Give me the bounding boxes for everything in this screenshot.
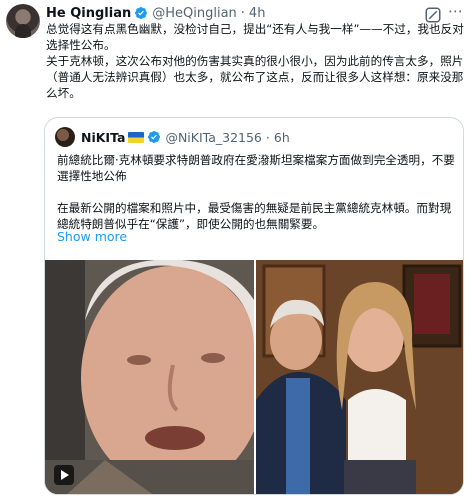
ukraine-flag-icon bbox=[128, 131, 145, 143]
author-avatar[interactable] bbox=[6, 4, 40, 38]
author-handle[interactable]: @HeQinglian bbox=[152, 6, 237, 21]
video-thumbnail[interactable] bbox=[45, 260, 254, 494]
more-options-icon[interactable]: ⋯ bbox=[448, 2, 464, 20]
photo-image bbox=[256, 260, 463, 494]
quoted-tweet-header: NiKITa @NiKITa_32156 · 6h bbox=[81, 127, 290, 147]
author-name[interactable]: He Qinglian bbox=[46, 6, 131, 21]
quoted-paragraph: 在最新公開的檔案和照片中，最受傷害的無疑是前民主黨總統克林頓。而對現總統特朗普似… bbox=[57, 201, 452, 231]
play-icon[interactable] bbox=[54, 465, 74, 485]
verified-badge-icon bbox=[135, 7, 148, 19]
video-still-image bbox=[45, 260, 254, 494]
quoted-post-time[interactable]: 6h bbox=[274, 130, 290, 145]
tweet-paragraph: 总觉得这有点黑色幽默，没检讨自己，提出“还有人与我一样”——不过，我也反对选择性… bbox=[46, 22, 464, 52]
verified-badge-icon bbox=[148, 131, 161, 143]
post-time[interactable]: 4h bbox=[249, 6, 266, 21]
show-more-link[interactable]: Show more bbox=[57, 229, 127, 244]
photo-thumbnail[interactable] bbox=[256, 260, 463, 494]
quoted-author-avatar[interactable] bbox=[55, 127, 75, 147]
separator-dot: · bbox=[265, 129, 270, 145]
quoted-paragraph: 前總統比爾·克林頓要求特朗普政府在愛潑斯坦案檔案方面做到完全透明，不要選擇性地公… bbox=[57, 153, 455, 183]
separator-dot: · bbox=[240, 5, 245, 21]
tweet-paragraph: 关于克林顿，这次公布对他的伤害其实真的很小很小，因为此前的传言太多，照片（普通人… bbox=[46, 54, 464, 100]
tweet-header: He Qinglian @HeQinglian · 4h bbox=[46, 4, 265, 22]
tweet: He Qinglian @HeQinglian · 4h ⋯ 总觉得这有点黑色幽… bbox=[0, 0, 472, 500]
quoted-author-name[interactable]: NiKITa bbox=[81, 130, 125, 145]
tweet-text: 总觉得这有点黑色幽默，没检讨自己，提出“还有人与我一样”——不过，我也反对选择性… bbox=[46, 21, 466, 101]
quoted-author-handle[interactable]: @NiKITa_32156 bbox=[165, 130, 261, 145]
quoted-tweet[interactable]: NiKITa @NiKITa_32156 · 6h 前總統比爾·克林頓要求特朗普… bbox=[44, 117, 464, 495]
quoted-tweet-text: 前總統比爾·克林頓要求特朗普政府在愛潑斯坦案檔案方面做到完全透明，不要選擇性地公… bbox=[57, 152, 457, 232]
